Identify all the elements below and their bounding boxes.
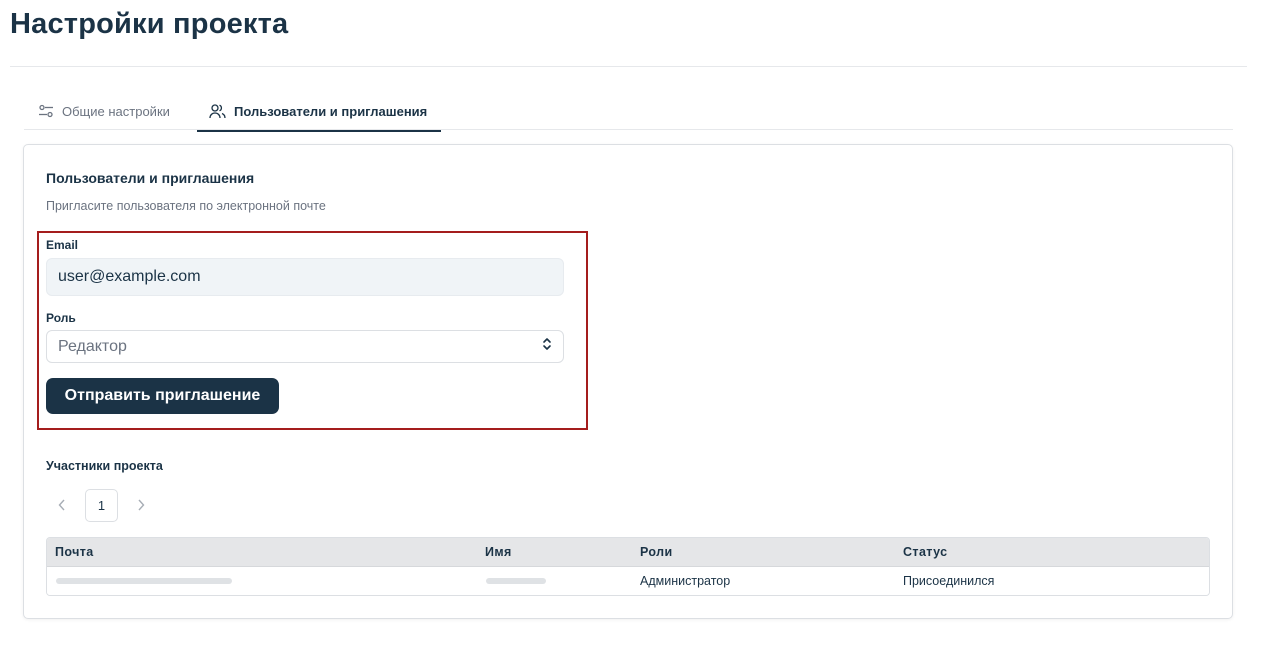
section-title: Пользователи и приглашения bbox=[46, 170, 255, 186]
tab-users-invitations[interactable]: Пользователи и приглашения bbox=[196, 92, 442, 132]
email-label: Email bbox=[46, 238, 79, 252]
send-invitation-button[interactable]: Отправить приглашение bbox=[46, 378, 279, 414]
role-select[interactable]: Редактор bbox=[46, 330, 564, 363]
column-header-email: Почта bbox=[55, 545, 94, 559]
role-label: Роль bbox=[46, 311, 76, 325]
page-next-button[interactable] bbox=[126, 489, 156, 522]
member-role: Администратор bbox=[640, 574, 731, 588]
table-row: Администратор Присоединился bbox=[47, 567, 1209, 595]
member-name-redacted bbox=[485, 567, 547, 595]
section-subtitle: Пригласите пользователя по электронной п… bbox=[46, 199, 326, 213]
email-field[interactable] bbox=[46, 258, 564, 296]
tab-bar: Общие настройки Пользователи и приглашен… bbox=[24, 92, 1233, 132]
tab-users-invitations-label: Пользователи и приглашения bbox=[234, 103, 428, 119]
chevron-up-down-icon bbox=[542, 337, 552, 356]
users-icon bbox=[209, 103, 226, 119]
table-header: Почта Имя Роли Статус bbox=[47, 538, 1209, 567]
column-header-name: Имя bbox=[485, 545, 512, 559]
page-title: Настройки проекта bbox=[10, 8, 289, 40]
role-select-value: Редактор bbox=[58, 337, 127, 355]
member-status: Присоединился bbox=[903, 574, 995, 588]
page-number-current[interactable]: 1 bbox=[85, 489, 118, 522]
tab-general-settings[interactable]: Общие настройки bbox=[38, 92, 170, 130]
sliders-icon bbox=[38, 103, 54, 119]
chevron-left-icon bbox=[58, 498, 66, 514]
members-table: Почта Имя Роли Статус Администратор Прис… bbox=[46, 537, 1210, 596]
chevron-right-icon bbox=[137, 498, 145, 514]
page-prev-button[interactable] bbox=[47, 489, 77, 522]
member-email-redacted bbox=[55, 567, 233, 595]
tab-general-settings-label: Общие настройки bbox=[62, 103, 170, 119]
members-title: Участники проекта bbox=[46, 459, 163, 473]
title-divider bbox=[10, 66, 1247, 67]
column-header-roles: Роли bbox=[640, 545, 673, 559]
column-header-status: Статус bbox=[903, 545, 948, 559]
